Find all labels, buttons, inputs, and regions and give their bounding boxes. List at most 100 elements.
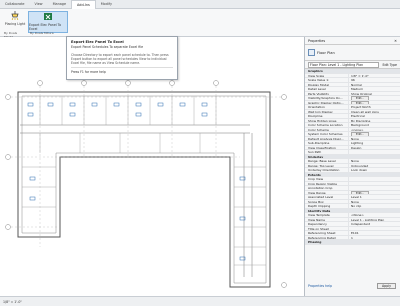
property-value[interactable]: No clip: [349, 204, 400, 207]
property-name: Scope Box: [305, 199, 349, 203]
export-elec-panel-label: Export Elec Panel To Excel: [29, 23, 62, 31]
property-name: Associated Level: [305, 195, 349, 199]
tooltip-subtitle: Export Panel Schedules To separate Excel…: [71, 45, 144, 49]
property-value[interactable]: Design: [349, 146, 400, 149]
tooltip-title: Export Elec Panel To Excel: [71, 40, 124, 44]
property-value[interactable]: 1/8" = 1'-0": [349, 74, 400, 77]
property-name: Scale Value 1:: [305, 78, 349, 82]
excel-export-icon: [44, 13, 52, 20]
section-label: Underlay: [308, 154, 324, 158]
property-name: Discipline: [305, 114, 349, 118]
section-label: Phasing: [308, 240, 322, 244]
property-value[interactable]: Level 1 - Lighting Plan: [349, 218, 400, 221]
property-value[interactable]: [349, 182, 400, 186]
property-value[interactable]: None: [349, 159, 400, 162]
property-value[interactable]: [349, 177, 400, 181]
property-value[interactable]: <None>: [349, 213, 400, 216]
property-value[interactable]: 1: [349, 236, 400, 239]
property-value[interactable]: Independent: [349, 222, 400, 225]
property-name: Crop View: [305, 177, 349, 181]
property-value[interactable]: Edit...: [349, 190, 400, 194]
property-value[interactable]: Project North: [349, 105, 400, 108]
property-name: Visibility/Graphics Ov...: [305, 96, 349, 100]
type-selector[interactable]: Floor Plan: [305, 45, 400, 61]
edit-type-link[interactable]: Edit Type: [382, 63, 397, 67]
view-scale[interactable]: 1/8" = 1'-0": [3, 300, 22, 304]
property-value[interactable]: Edit...: [349, 96, 400, 100]
tab-view[interactable]: View: [30, 0, 48, 9]
property-value[interactable]: None: [349, 200, 400, 203]
property-name: Title on Sheet: [305, 226, 349, 230]
panel-label: By Dvals Mkstd: [4, 31, 18, 39]
property-value[interactable]: Show Original: [349, 92, 400, 95]
property-value[interactable]: Look down: [349, 168, 400, 171]
close-icon[interactable]: ✕: [394, 37, 397, 44]
property-value[interactable]: By Discipline: [349, 119, 400, 122]
tooltip-help: Press F1 for more help: [71, 70, 106, 74]
property-name: View Name: [305, 217, 349, 221]
tab-modify[interactable]: Modify: [96, 0, 117, 9]
property-value[interactable]: Electrical: [349, 114, 400, 117]
property-value[interactable]: [349, 150, 400, 154]
ribbon: Placing Light Export Elec Panel To Excel…: [0, 9, 400, 39]
properties-help-link[interactable]: Properties help: [308, 284, 332, 288]
properties-title: Properties: [308, 39, 326, 43]
tab-add-ins[interactable]: Add-Ins: [71, 0, 96, 9]
property-value[interactable]: Edit...: [349, 100, 400, 104]
property-value[interactable]: Lighting: [349, 141, 400, 144]
property-name: Range: Top Level: [305, 163, 349, 167]
property-value[interactable]: Unbounded: [349, 164, 400, 167]
tab-collaborate[interactable]: Collaborate: [0, 0, 30, 9]
property-value[interactable]: None: [349, 137, 400, 140]
property-value[interactable]: 96: [349, 78, 400, 81]
property-name: Show Hidden Lines: [305, 118, 349, 122]
edit-button[interactable]: Edit...: [351, 96, 370, 100]
properties-grid: Graphics View Scale 1/8" = 1'-0" Scale Valu…: [305, 69, 400, 245]
tab-manage[interactable]: Manage: [48, 0, 71, 9]
floor-plan-icon: [308, 49, 315, 56]
placing-light-button[interactable]: Placing Light: [4, 11, 26, 33]
property-value[interactable]: Clean all wall joins: [349, 110, 400, 113]
instance-selector-row: Floor Plan: Level 1 - Lighting Plan Edit…: [305, 61, 400, 69]
property-value[interactable]: E101: [349, 231, 400, 234]
property-name: Referencing Sheet: [305, 231, 349, 235]
property-name: Referencing Detail: [305, 235, 349, 239]
property-name: View Classification: [305, 145, 349, 149]
property-value[interactable]: Medium: [349, 87, 400, 90]
property-value[interactable]: Normal: [349, 83, 400, 86]
property-name: Range: Base Level: [305, 159, 349, 163]
property-name: System Color Schemes: [305, 132, 349, 136]
property-section-header[interactable]: Phasing: [305, 240, 400, 245]
property-value[interactable]: [349, 186, 400, 190]
property-name: View Range: [305, 190, 349, 194]
property-name: Crop Region Visible: [305, 181, 349, 185]
edit-button[interactable]: Edit...: [351, 190, 370, 194]
instance-dropdown[interactable]: Floor Plan: Level 1 - Lighting Plan: [308, 61, 380, 68]
property-name: Parts Visibility: [305, 91, 349, 95]
property-value[interactable]: <none>: [349, 128, 400, 131]
edit-button[interactable]: Edit...: [351, 132, 370, 136]
property-name: Graphic Display Optio...: [305, 100, 349, 104]
property-name: Display Model: [305, 82, 349, 86]
edit-button[interactable]: Edit...: [351, 100, 370, 104]
apply-button[interactable]: Apply: [377, 283, 396, 289]
properties-header: Properties ✕: [305, 37, 400, 45]
property-name: View Scale: [305, 73, 349, 77]
property-value[interactable]: Background: [349, 123, 400, 126]
property-name: Annotation Crop: [305, 186, 349, 190]
property-name: Default Analysis Displ...: [305, 136, 349, 140]
section-label: Identity Data: [308, 208, 331, 212]
property-value[interactable]: Level 1: [349, 195, 400, 198]
light-fixture-icon: [11, 11, 19, 20]
export-elec-panel-button[interactable]: Export Elec Panel To Excel: [28, 11, 68, 33]
ribbon-panel-labels: By Dvals Mkstd By Dvals Mitura: [0, 31, 400, 39]
type-name: Floor Plan: [317, 50, 335, 55]
tooltip: Export Elec Panel To Excel Export Panel …: [66, 36, 178, 80]
status-bar: 1/8" = 1'-0": [0, 296, 400, 306]
placing-light-label: Placing Light: [4, 22, 26, 26]
property-value[interactable]: [349, 227, 400, 231]
ribbon-tabs: Collaborate View Manage Add-Ins Modify: [0, 0, 400, 9]
tooltip-body: Choose Directory to export each panel sc…: [71, 53, 169, 65]
property-name: Sun Path: [305, 150, 349, 154]
property-value[interactable]: Edit...: [349, 132, 400, 136]
